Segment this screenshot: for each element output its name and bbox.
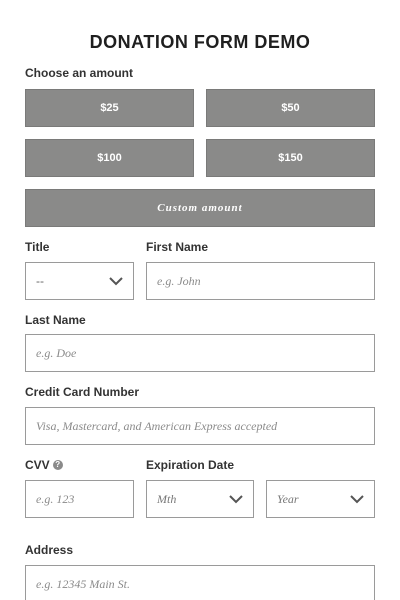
amount-150-button[interactable]: $150 <box>206 139 375 177</box>
address-placeholder: e.g. 12345 Main St. <box>36 576 130 591</box>
title-select-value: -- <box>36 274 44 288</box>
address-label: Address <box>25 543 74 557</box>
card-number-label: Credit Card Number <box>25 385 140 399</box>
amount-50-button[interactable]: $50 <box>206 89 375 127</box>
cvv-input[interactable]: e.g. 123 <box>25 480 134 518</box>
first-name-placeholder: e.g. John <box>157 273 201 288</box>
expiration-year-select[interactable]: Year <box>266 480 375 518</box>
expiration-month-value: Mth <box>157 491 177 506</box>
cvv-label-wrap: CVV? <box>25 458 63 472</box>
address-input[interactable]: e.g. 12345 Main St. <box>25 565 375 600</box>
last-name-input[interactable]: e.g. Doe <box>25 334 375 372</box>
page-title: DONATION FORM DEMO <box>89 32 311 52</box>
first-name-input[interactable]: e.g. John <box>146 262 375 300</box>
card-number-input[interactable]: Visa, Mastercard, and American Express a… <box>25 407 375 445</box>
amount-section-label: Choose an amount <box>25 66 134 80</box>
chevron-down-icon <box>229 494 243 503</box>
chevron-down-icon <box>350 494 364 503</box>
question-circle-icon[interactable]: ? <box>52 459 63 470</box>
amount-25-button[interactable]: $25 <box>25 89 194 127</box>
cvv-label: CVV <box>25 458 50 472</box>
title-select[interactable]: -- <box>25 262 134 300</box>
cvv-placeholder: e.g. 123 <box>36 491 75 506</box>
expiration-year-value: Year <box>277 491 299 506</box>
title-label: Title <box>25 240 50 254</box>
chevron-down-icon <box>109 276 123 285</box>
last-name-placeholder: e.g. Doe <box>36 345 77 360</box>
amount-100-button[interactable]: $100 <box>25 139 194 177</box>
expiration-label: Expiration Date <box>146 458 235 472</box>
expiration-month-select[interactable]: Mth <box>146 480 254 518</box>
custom-amount-button[interactable]: Custom amount <box>25 189 375 227</box>
last-name-label: Last Name <box>25 313 86 327</box>
first-name-label: First Name <box>146 240 209 254</box>
custom-amount-label: Custom amount <box>157 202 243 214</box>
card-number-placeholder: Visa, Mastercard, and American Express a… <box>36 418 278 433</box>
